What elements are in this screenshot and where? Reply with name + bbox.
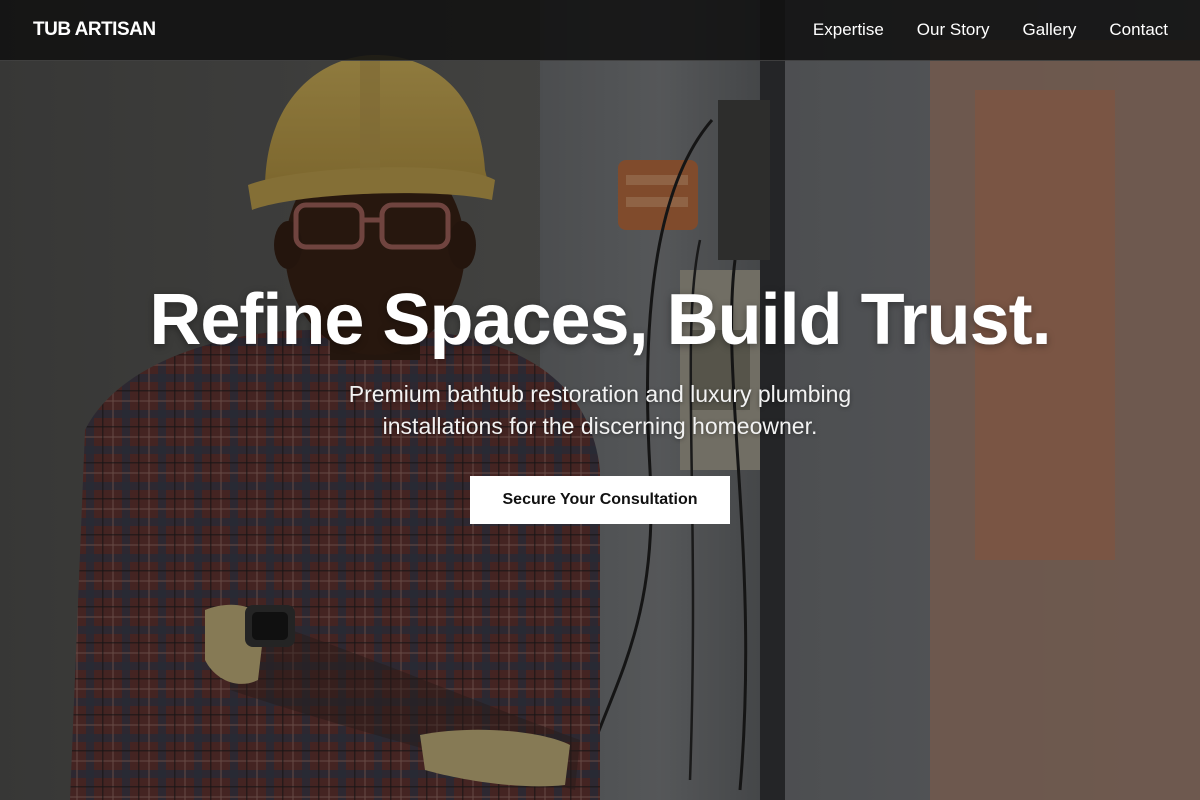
hero-section: TUB ARTISAN Expertise Our Story Gallery … [0,0,1200,800]
secure-consultation-button[interactable]: Secure Your Consultation [470,476,730,524]
top-navbar: TUB ARTISAN Expertise Our Story Gallery … [0,0,1200,61]
nav-link-contact[interactable]: Contact [1109,20,1168,40]
nav-link-gallery[interactable]: Gallery [1023,20,1077,40]
hero-content: Refine Spaces, Build Trust. Premium bath… [0,270,1200,524]
brand-logo[interactable]: TUB ARTISAN [33,19,156,41]
nav-link-our-story[interactable]: Our Story [917,20,990,40]
hero-subheadline: Premium bathtub restoration and luxury p… [348,381,852,439]
nav-links: Expertise Our Story Gallery Contact [780,20,1168,40]
nav-link-expertise[interactable]: Expertise [813,20,884,40]
hero-headline: Refine Spaces, Build Trust. [149,280,1051,360]
